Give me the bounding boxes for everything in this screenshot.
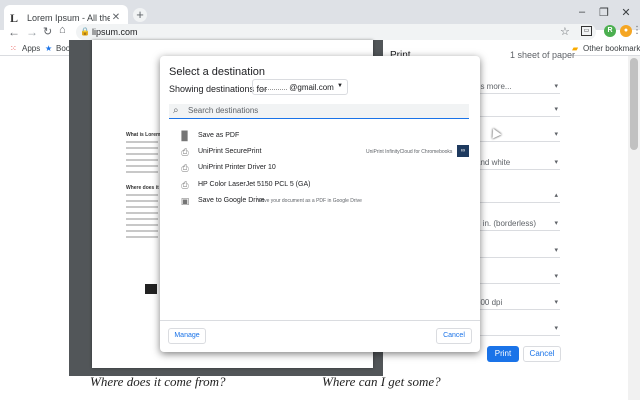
- back-icon[interactable]: ←: [8, 25, 20, 39]
- destination-save-as-pdf[interactable]: ▉ Save as PDF: [180, 131, 470, 145]
- search-icon: ⌕: [173, 105, 179, 116]
- scale-select[interactable]: lt▾: [476, 324, 560, 336]
- uniprint-logo-icon: ∞: [457, 145, 469, 157]
- extension-orange-icon[interactable]: ●: [620, 25, 632, 37]
- reload-icon[interactable]: ↻: [43, 25, 52, 38]
- preview-line: [126, 153, 158, 155]
- address-bar[interactable]: [76, 24, 596, 40]
- scroll-thumb[interactable]: [630, 58, 638, 150]
- destination-google-drive[interactable]: ▣ Save to Google Drive Save your documen…: [180, 196, 470, 210]
- color-select[interactable]: and white ▾: [476, 158, 560, 170]
- more-settings-toggle[interactable]: ▴: [476, 191, 560, 203]
- preview-line: [126, 171, 158, 173]
- favicon-icon: L: [10, 10, 19, 25]
- search-destinations-input[interactable]: [188, 106, 458, 115]
- lock-icon[interactable]: 🔒: [80, 27, 90, 36]
- print-cancel-button[interactable]: Cancel: [523, 346, 561, 362]
- preview-line: [126, 212, 158, 214]
- printer-icon: ⎙: [181, 180, 189, 190]
- maximize-icon[interactable]: ❐: [596, 6, 612, 19]
- window-close-icon[interactable]: ✕: [618, 6, 634, 19]
- preview-line: [126, 218, 158, 220]
- menu-icon[interactable]: ⋮: [632, 25, 640, 36]
- margins-select[interactable]: lt▾: [476, 272, 560, 284]
- preview-image: [145, 284, 157, 294]
- dialog-cancel-button[interactable]: Cancel: [436, 328, 472, 344]
- other-bookmarks[interactable]: Other bookmarks: [583, 44, 640, 53]
- bookmark-apps[interactable]: Apps: [22, 44, 40, 53]
- preview-line: [126, 159, 158, 161]
- page-heading-right: Where can I get some?: [322, 374, 441, 389]
- account-email: @gmail.com: [289, 83, 334, 92]
- dropdown-arrow-icon: ▼: [337, 83, 343, 89]
- printer-icon: ⎙: [181, 147, 189, 157]
- preview-line: [126, 206, 158, 208]
- pages-select[interactable]: ▾: [476, 105, 560, 117]
- preview-line: [126, 194, 158, 196]
- destination-uniprint-secureprint[interactable]: ⎙ UniPrint SecurePrint UniPrint Infinity…: [180, 147, 470, 161]
- apps-grid-icon[interactable]: ⁙: [10, 44, 17, 53]
- sheet-count: 1 sheet of paper: [510, 50, 576, 60]
- dialog-divider: [160, 320, 480, 321]
- forward-icon[interactable]: →: [26, 25, 38, 39]
- paper-size-select[interactable]: 1 in. (borderless) ▾: [476, 219, 560, 231]
- manage-button[interactable]: Manage: [168, 328, 206, 344]
- bookmark-star-icon[interactable]: ☆: [560, 25, 570, 38]
- extension-icon[interactable]: ▭: [581, 26, 592, 36]
- new-tab-button[interactable]: +: [133, 8, 147, 22]
- home-icon[interactable]: ⌂: [59, 24, 66, 36]
- preview-line: [126, 224, 158, 226]
- account-select[interactable]: ‚ @gmail.com ▼: [252, 79, 348, 95]
- pages-per-sheet-select[interactable]: ▾: [476, 246, 560, 258]
- destination-uniprint-driver[interactable]: ⎙ UniPrint Printer Driver 10: [180, 163, 470, 177]
- close-tab-icon[interactable]: ✕: [110, 12, 122, 23]
- preview-line: [126, 147, 158, 149]
- destination-select[interactable]: es more... ▾: [476, 82, 560, 94]
- quality-select[interactable]: 600 dpi ▾: [476, 298, 560, 310]
- print-button[interactable]: Print: [487, 346, 519, 362]
- page-heading-left: Where does it come from?: [90, 374, 226, 389]
- file-icon: ▉: [181, 131, 189, 141]
- printer-icon: ⎙: [181, 163, 189, 173]
- profile-avatar[interactable]: R: [604, 25, 616, 37]
- minimize-icon[interactable]: –: [574, 6, 590, 18]
- preview-line: [126, 236, 158, 238]
- preview-line: [126, 200, 158, 202]
- preview-line: [126, 230, 158, 232]
- tab-title: Lorem Ipsum - All the facts - Lip: [27, 12, 110, 23]
- drive-icon: ▣: [180, 196, 190, 206]
- preview-line: [126, 141, 158, 143]
- bookmark-star-blue-icon[interactable]: ★: [45, 44, 52, 53]
- url-text[interactable]: lipsum.com: [92, 27, 138, 37]
- preview-line: [126, 165, 158, 167]
- dialog-title: Select a destination: [169, 66, 266, 78]
- destination-hp-laserjet[interactable]: ⎙ HP Color LaserJet 5150 PCL 5 (GA): [180, 180, 470, 194]
